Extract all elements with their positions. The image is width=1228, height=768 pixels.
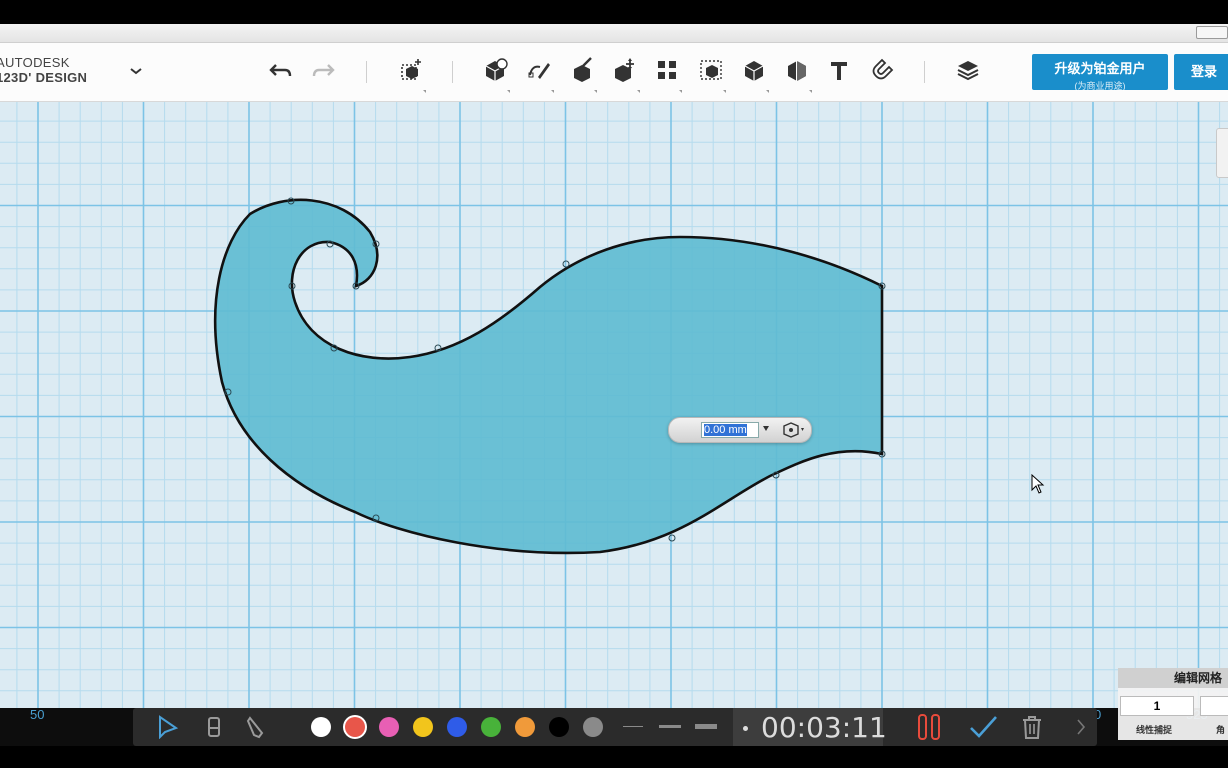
screen-recorder-toolbar: 00:03:11	[133, 708, 1097, 746]
toolbar-separator	[452, 61, 453, 83]
brand-company: AUTODESK	[0, 55, 70, 70]
login-button[interactable]: 登录	[1174, 54, 1228, 90]
redo-icon[interactable]	[308, 55, 338, 85]
color-swatch[interactable]	[345, 717, 365, 737]
recording-dot	[743, 726, 748, 731]
edit-grid-panel: 编辑网格 1 线性捕捉 角	[1118, 668, 1228, 740]
color-swatch[interactable]	[583, 717, 603, 737]
toolbar-separator	[366, 61, 367, 83]
top-black-bar	[0, 0, 1228, 24]
color-swatch[interactable]	[311, 717, 331, 737]
sketch-icon[interactable]	[524, 55, 554, 93]
window-chrome	[0, 24, 1228, 43]
line-medium-option[interactable]	[659, 725, 681, 728]
side-panel-tab[interactable]	[1216, 128, 1228, 178]
sketch-profile-shape[interactable]	[213, 198, 884, 555]
chevron-down-icon[interactable]	[763, 426, 769, 431]
window-control-button[interactable]	[1196, 26, 1228, 39]
box-icon[interactable]	[480, 55, 510, 93]
construct-icon[interactable]	[567, 55, 597, 93]
done-check-icon[interactable]	[967, 715, 999, 739]
dimension-input[interactable]: 0.00 mm	[701, 422, 759, 438]
mouse-cursor-icon	[1031, 473, 1045, 499]
material-icon[interactable]	[953, 55, 983, 85]
timer-value: 00:03:11	[761, 711, 887, 744]
line-thin-option[interactable]	[623, 726, 643, 727]
combine-icon[interactable]	[739, 55, 769, 93]
pen-icon[interactable]	[241, 715, 271, 739]
modify-icon[interactable]	[610, 55, 640, 93]
pointer-icon[interactable]	[153, 715, 183, 739]
snap-icon[interactable]	[867, 55, 897, 85]
main-toolbar: AUTODESK 123D' DESIGN 升级为铂金用户 (为商业用途) 登录	[0, 43, 1228, 102]
upgrade-sublabel: (为商业用途)	[1074, 81, 1126, 91]
brand-product: 123D' DESIGN	[0, 70, 88, 85]
eraser-icon[interactable]	[199, 715, 229, 739]
upgrade-label: 升级为铂金用户	[1054, 61, 1146, 76]
upgrade-button[interactable]: 升级为铂金用户 (为商业用途)	[1032, 54, 1168, 91]
grid-and-sketch	[0, 102, 1228, 708]
edit-grid-title[interactable]: 编辑网格	[1118, 668, 1228, 688]
text-icon[interactable]	[824, 55, 854, 85]
view-cube-icon[interactable]	[779, 421, 807, 439]
color-swatch[interactable]	[549, 717, 569, 737]
linear-snap-input[interactable]: 1	[1120, 696, 1194, 716]
primitives-icon[interactable]	[396, 55, 426, 93]
group-icon[interactable]	[696, 55, 726, 93]
linear-snap-label: 线性捕捉	[1136, 725, 1173, 735]
measure-icon[interactable]	[782, 55, 812, 93]
chevron-down-icon[interactable]	[126, 61, 146, 81]
color-swatch[interactable]	[515, 717, 535, 737]
line-thick-option[interactable]	[695, 724, 717, 729]
app-brand: AUTODESK 123D' DESIGN	[0, 55, 87, 85]
color-swatch[interactable]	[379, 717, 399, 737]
color-swatch[interactable]	[447, 717, 467, 737]
pause-icon[interactable]	[913, 714, 945, 740]
toolbar-separator	[924, 61, 925, 83]
bottom-black-bar	[0, 746, 1228, 768]
recording-timer: 00:03:11	[733, 708, 887, 746]
undo-icon[interactable]	[266, 55, 296, 85]
color-swatch[interactable]	[413, 717, 433, 737]
angle-snap-label: 角	[1216, 725, 1226, 735]
design-canvas[interactable]	[0, 102, 1228, 708]
dimension-input-box: 0.00 mm	[668, 417, 812, 443]
color-swatch[interactable]	[481, 717, 501, 737]
trash-icon[interactable]	[1017, 715, 1047, 739]
dimension-value: 0.00 mm	[704, 424, 747, 436]
pattern-icon[interactable]	[652, 55, 682, 93]
scale-label-left: 50	[30, 707, 45, 722]
angle-snap-input[interactable]	[1200, 696, 1228, 716]
chevron-right-icon[interactable]	[1071, 715, 1091, 739]
